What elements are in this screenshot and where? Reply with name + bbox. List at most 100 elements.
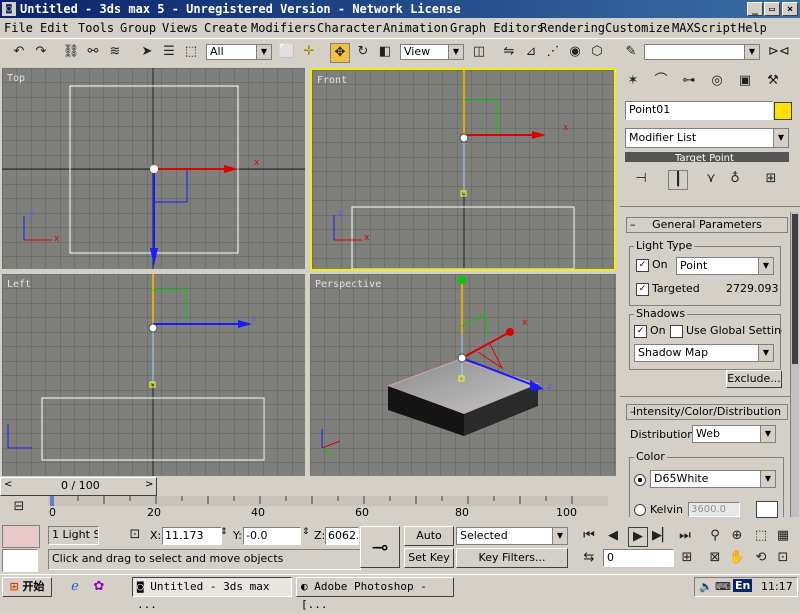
viewport-perspective[interactable]: Perspective x z: [310, 274, 616, 476]
object-name-input[interactable]: Point01: [625, 101, 773, 120]
maxscript-listener-mini[interactable]: [2, 525, 40, 548]
ime-icon[interactable]: ⌨: [715, 580, 731, 593]
menu-graph-editors[interactable]: Graph Editors: [450, 21, 544, 35]
viewport-label[interactable]: Perspective: [315, 279, 381, 290]
kelvin-radio[interactable]: [634, 504, 646, 516]
internet-explorer-icon[interactable]: ℯ: [66, 578, 84, 596]
display-tab-icon[interactable]: ▣: [736, 72, 754, 90]
zoom-extents-all-icon[interactable]: ▦: [774, 527, 792, 545]
exclude-button[interactable]: Exclude...: [726, 370, 782, 388]
track-bar[interactable]: ⊟ 20 40 60 80 100 0: [0, 494, 620, 520]
play-icon[interactable]: ▶: [628, 527, 648, 547]
menu-customize[interactable]: Customize: [605, 21, 670, 35]
pin-stack-icon[interactable]: ⊣: [632, 170, 650, 188]
color-swatch[interactable]: [756, 501, 778, 518]
z-coord-input[interactable]: 6062.4: [325, 527, 359, 545]
viewport-left[interactable]: Left z: [2, 274, 305, 476]
remove-modifier-icon[interactable]: ♁: [726, 170, 744, 188]
modifier-stack[interactable]: Target Point: [625, 152, 789, 162]
spacing-tool-icon[interactable]: ⋰: [544, 43, 562, 61]
panel-scrollbar[interactable]: [790, 212, 799, 517]
start-button[interactable]: ⊞ 开始: [2, 577, 52, 597]
menu-group[interactable]: Group: [120, 21, 156, 35]
previous-frame-icon[interactable]: ◀: [604, 527, 622, 545]
lock-selection-icon[interactable]: ⊡: [126, 526, 144, 544]
hierarchy-tab-icon[interactable]: ⊶: [680, 72, 698, 90]
select-move-icon[interactable]: ✛: [300, 43, 318, 61]
set-key-button[interactable]: Set Key: [404, 548, 454, 568]
material-editor-icon[interactable]: ◉: [566, 43, 584, 61]
key-filters-button[interactable]: Key Filters...: [456, 548, 568, 568]
create-tab-icon[interactable]: ✶: [624, 72, 642, 90]
reference-coord-dropdown[interactable]: View ▼: [400, 44, 464, 60]
modify-tab-icon[interactable]: ⌒: [652, 72, 670, 90]
goto-end-icon[interactable]: ⏭: [676, 527, 694, 545]
auto-key-button[interactable]: Auto Key: [404, 526, 454, 560]
select-link-icon[interactable]: ⛓: [62, 43, 80, 61]
mirror-selected-icon[interactable]: ⊳⊲: [768, 43, 790, 61]
make-unique-icon[interactable]: ⋎: [702, 170, 720, 188]
app-icon[interactable]: ◙: [2, 2, 16, 16]
named-selection-icon[interactable]: ✎: [622, 43, 640, 61]
mirror-icon[interactable]: ⇋: [500, 43, 518, 61]
select-rotate-icon[interactable]: ↻: [354, 43, 372, 61]
language-indicator[interactable]: En: [733, 579, 753, 592]
clock[interactable]: 11:17: [761, 580, 793, 593]
menu-views[interactable]: Views: [162, 21, 198, 35]
shadows-on-checkbox[interactable]: ✓: [634, 325, 647, 338]
general-parameters-rollout[interactable]: – General Parameters: [626, 217, 788, 233]
key-selection-dropdown[interactable]: Selected ▼: [456, 527, 568, 545]
y-spinner[interactable]: ⇕: [302, 527, 310, 537]
select-object-icon[interactable]: ➤: [138, 43, 156, 61]
light-type-dropdown[interactable]: Point ▼: [676, 257, 774, 275]
align-icon[interactable]: ⊿: [522, 43, 540, 61]
stack-item[interactable]: Target Point: [675, 154, 734, 163]
viewport-label[interactable]: Left: [7, 279, 31, 290]
zoom-icon[interactable]: ⚲: [706, 527, 724, 545]
object-color-swatch[interactable]: [774, 102, 792, 120]
select-by-name-icon[interactable]: ☰: [160, 43, 178, 61]
zoom-all-icon[interactable]: ⊕: [728, 527, 746, 545]
intensity-color-distribution-rollout[interactable]: – Intensity/Color/Distribution: [626, 404, 788, 420]
menu-modifiers[interactable]: Modifiers: [251, 21, 316, 35]
close-button[interactable]: ×: [782, 2, 798, 16]
menu-help[interactable]: Help: [738, 21, 767, 35]
x-spinner[interactable]: ⇕: [220, 527, 228, 537]
selection-filter-dropdown[interactable]: All ▼: [206, 44, 272, 60]
modifier-list-dropdown[interactable]: Modifier List ▼: [625, 128, 789, 148]
goto-start-icon[interactable]: ⏮: [580, 527, 598, 545]
menu-tools[interactable]: Tools: [78, 21, 114, 35]
use-global-settings-checkbox[interactable]: [670, 325, 683, 338]
selection-region-icon[interactable]: ⬚: [182, 43, 200, 61]
color-preset-dropdown[interactable]: D65White ▼: [650, 470, 776, 488]
time-configuration-icon[interactable]: ⊞: [678, 549, 696, 567]
current-frame-input[interactable]: 0: [603, 549, 674, 567]
chevron-left-icon[interactable]: <: [4, 479, 12, 490]
maxscript-input[interactable]: [2, 549, 38, 572]
redo-icon[interactable]: ↷: [32, 43, 50, 61]
zoom-extents-icon[interactable]: ⬚: [752, 527, 770, 545]
menu-character[interactable]: Character: [317, 21, 382, 35]
pan-icon[interactable]: ✋: [728, 549, 746, 567]
kelvin-input[interactable]: 3600.0: [688, 502, 740, 517]
distribution-dropdown[interactable]: Web ▼: [692, 425, 776, 443]
menu-animation[interactable]: Animation: [383, 21, 448, 35]
undo-icon[interactable]: ↶: [10, 43, 28, 61]
show-end-result-icon[interactable]: ┃: [668, 170, 688, 190]
minimize-button[interactable]: _: [747, 2, 763, 16]
maximize-viewport-icon[interactable]: ⊡: [774, 549, 792, 567]
viewport-front[interactable]: Front x x z: [310, 68, 616, 271]
menu-rendering[interactable]: Rendering: [540, 21, 605, 35]
viewport-top[interactable]: Top x x y: [2, 68, 305, 269]
volume-icon[interactable]: 🔈: [699, 580, 713, 593]
region-zoom-icon[interactable]: ⊠: [706, 549, 724, 567]
track-bar-toggle-icon[interactable]: ⊟: [10, 498, 28, 516]
maximize-button[interactable]: ▭: [764, 2, 780, 16]
configure-sets-icon[interactable]: ⊞: [762, 170, 780, 188]
targeted-checkbox[interactable]: ✓: [636, 283, 649, 296]
light-on-checkbox[interactable]: ✓: [636, 259, 649, 272]
select-scale-icon[interactable]: ◧: [376, 43, 394, 61]
scrollbar-thumb[interactable]: [792, 214, 798, 364]
window-crossing-icon[interactable]: ⬜: [278, 43, 296, 61]
bind-space-warp-icon[interactable]: ≋: [106, 43, 124, 61]
